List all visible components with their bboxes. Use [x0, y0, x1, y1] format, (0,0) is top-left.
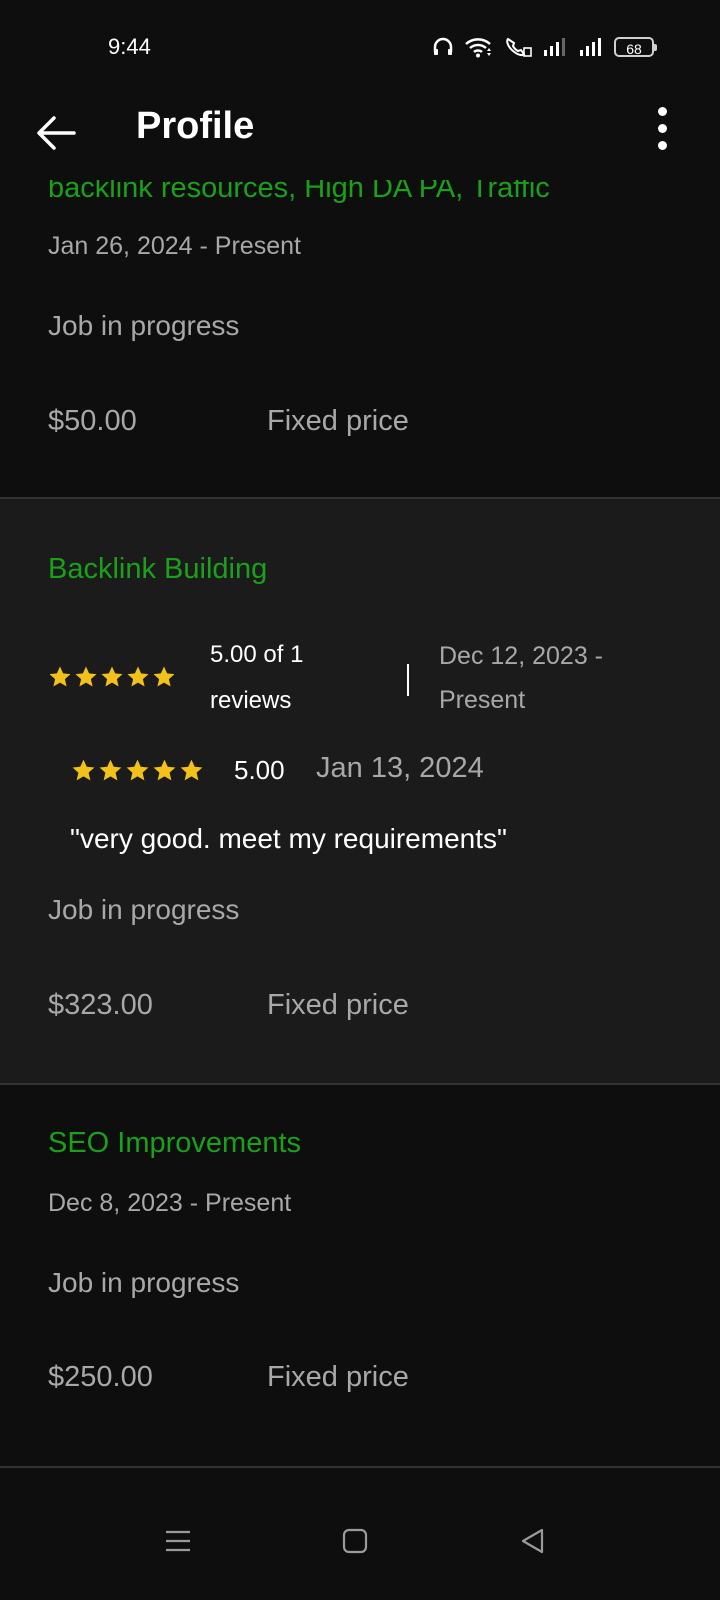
rating-stars	[48, 665, 176, 689]
star-icon	[127, 666, 149, 687]
star-icon	[180, 759, 203, 781]
vertical-divider	[407, 664, 409, 696]
signal-icon	[544, 38, 565, 56]
job-date-range: Dec 12, 2023 - Present	[439, 634, 603, 722]
star-icon	[75, 666, 97, 687]
star-icon	[153, 759, 176, 781]
job-date-range: Dec 8, 2023 - Present	[48, 1189, 292, 1217]
app-bar: Profile	[0, 95, 720, 180]
job-title[interactable]: Backlink Building	[48, 553, 267, 586]
status-time: 9:44	[108, 34, 151, 59]
job-price-type: Fixed price	[267, 405, 409, 437]
status-icons: 68	[432, 34, 657, 60]
job-card[interactable]: Backlink Building 5.00 of 1 reviews Dec …	[0, 499, 720, 1085]
job-price-type: Fixed price	[267, 989, 409, 1021]
job-price: $250.00	[48, 1361, 153, 1393]
rating-summary-line: reviews	[210, 687, 292, 714]
menu-icon[interactable]	[163, 1526, 193, 1556]
job-price: $50.00	[48, 405, 137, 437]
battery-indicator: 68	[614, 37, 657, 57]
review-date: Jan 13, 2024	[316, 752, 484, 784]
job-status: Job in progress	[48, 894, 240, 925]
job-card[interactable]: SEO Improvements Dec 8, 2023 - Present J…	[0, 1085, 720, 1468]
star-icon	[99, 759, 122, 781]
date-range-line: Dec 12, 2023 -	[439, 642, 603, 670]
rating-summary-line: 5.00 of 1	[210, 641, 304, 668]
job-status: Job in progress	[48, 1267, 240, 1298]
date-range-line: Present	[439, 686, 526, 714]
star-icon	[72, 759, 95, 781]
job-card[interactable]: backlink resources, High DA PA, Traffic …	[0, 160, 720, 499]
wifi-calling-icon	[506, 37, 532, 57]
job-status: Job in progress	[48, 310, 240, 341]
more-vertical-icon[interactable]	[655, 107, 669, 153]
job-price-type: Fixed price	[267, 1361, 409, 1393]
page-title: Profile	[136, 105, 255, 147]
review-score: 5.00	[234, 755, 285, 785]
job-price: $323.00	[48, 989, 153, 1021]
signal-icon	[580, 38, 601, 56]
review-stars	[71, 758, 204, 783]
review-quote: "very good. meet my requirements"	[70, 823, 507, 854]
home-square-icon[interactable]	[340, 1526, 370, 1556]
back-triangle-icon[interactable]	[518, 1526, 548, 1556]
status-bar: 9:44 68	[0, 0, 720, 95]
rating-summary: 5.00 of 1 reviews	[210, 632, 303, 724]
job-title[interactable]: SEO Improvements	[48, 1127, 301, 1160]
star-icon	[126, 759, 149, 781]
wifi-icon	[465, 38, 491, 58]
headphones-icon	[433, 37, 453, 55]
system-nav-bar	[0, 1478, 720, 1600]
star-icon	[49, 666, 71, 687]
star-icon	[101, 666, 123, 687]
job-date-range: Jan 26, 2024 - Present	[48, 232, 301, 260]
star-icon	[153, 666, 175, 687]
back-arrow-icon[interactable]	[34, 111, 78, 155]
